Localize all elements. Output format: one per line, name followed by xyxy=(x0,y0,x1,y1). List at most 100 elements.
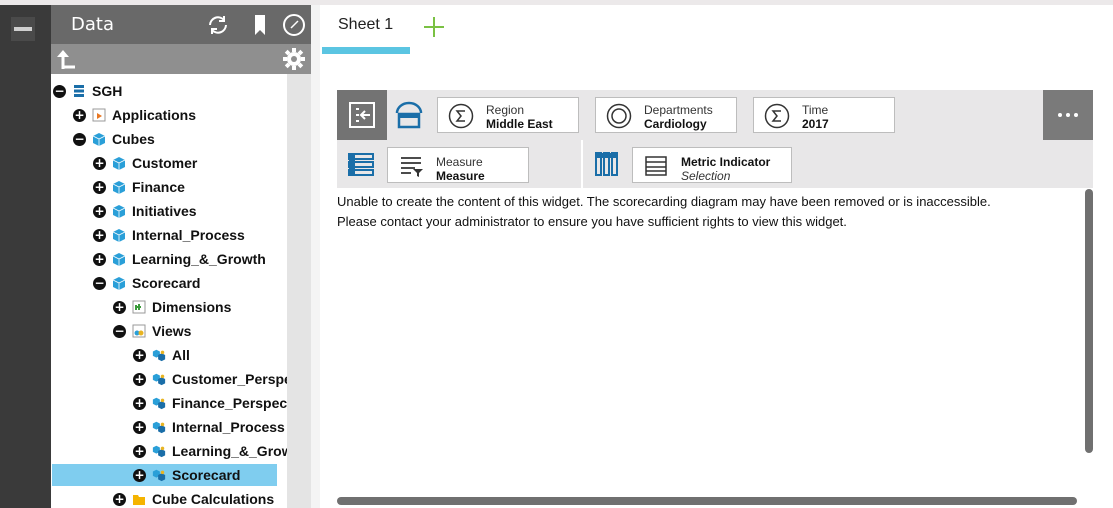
collapse-panel-button[interactable] xyxy=(11,17,35,41)
collapse-widget-button[interactable] xyxy=(337,90,387,140)
panel-gutter xyxy=(311,5,320,508)
expand-icon[interactable]: + xyxy=(93,180,106,194)
tree-node-label: Cube Calculations xyxy=(152,491,275,507)
tree-node[interactable]: + Cube Calculations xyxy=(113,488,287,508)
rows-value: Measure xyxy=(436,169,485,183)
expand-icon[interactable]: + xyxy=(133,468,146,482)
expand-icon[interactable]: + xyxy=(93,156,106,170)
tree-node[interactable]: + Scorecard xyxy=(52,464,277,486)
tree-node-label: Learning_&_Growth xyxy=(172,443,287,459)
up-level-icon[interactable] xyxy=(55,47,79,71)
departments-value: Cardiology xyxy=(644,117,707,131)
departments-filter-chip[interactable]: Departments Cardiology xyxy=(595,97,737,133)
tree-node[interactable]: − SGH xyxy=(53,80,287,102)
expand-icon[interactable]: + xyxy=(113,300,126,314)
active-tab-indicator xyxy=(322,47,410,54)
widget-titles-bar: Region Middle East Departments Cardiolog… xyxy=(337,90,1093,140)
view-icon xyxy=(152,348,166,362)
cube-icon xyxy=(92,132,106,146)
collapse-icon[interactable]: − xyxy=(73,132,86,146)
columns-metric-chip[interactable]: Metric Indicator Selection xyxy=(632,147,792,183)
tree-node[interactable]: + All xyxy=(133,344,287,366)
refresh-icon[interactable] xyxy=(206,13,230,37)
columns-label: Metric Indicator xyxy=(681,155,771,169)
tree-node[interactable]: + Finance xyxy=(93,176,287,198)
tree-node[interactable]: + Finance_Perspective xyxy=(133,392,287,414)
tree-scroll-track[interactable] xyxy=(287,74,311,508)
tree-node-label: Customer xyxy=(132,155,198,171)
folder-icon xyxy=(132,492,146,506)
rows-measure-chip[interactable]: Measure Measure xyxy=(387,147,529,183)
tree-node-label: Internal_Process xyxy=(132,227,245,243)
widget-titles-icon xyxy=(393,100,425,130)
tree-node[interactable]: + Customer_Perspective xyxy=(133,368,287,390)
cube-icon xyxy=(112,252,126,266)
cube-icon xyxy=(112,156,126,170)
tree-node-label: All xyxy=(172,347,190,363)
tree-node[interactable]: − Cubes xyxy=(73,128,287,150)
tree-node[interactable]: − Views xyxy=(113,320,287,342)
tree-node-label: Internal_Process xyxy=(172,419,285,435)
panel-collapse-icon xyxy=(349,102,375,128)
tree-node-label: Finance_Perspective xyxy=(172,395,287,411)
cube-icon xyxy=(112,276,126,290)
expand-icon[interactable]: + xyxy=(93,252,106,266)
error-line-1: Unable to create the content of this wid… xyxy=(337,194,991,209)
expand-icon[interactable]: + xyxy=(133,396,146,410)
expand-icon[interactable]: + xyxy=(93,228,106,242)
data-tree: − SGH + Applications − Cubes + Customer + Finance… xyxy=(51,74,287,508)
time-value: 2017 xyxy=(802,117,829,131)
gear-icon[interactable] xyxy=(282,47,306,71)
tree-node[interactable]: + Applications xyxy=(73,104,287,126)
expand-icon[interactable]: + xyxy=(133,372,146,386)
sigma-icon xyxy=(448,103,474,129)
tree-node-label: Initiatives xyxy=(132,203,197,219)
collapse-icon[interactable]: − xyxy=(53,84,66,98)
tree-node[interactable]: + Dimensions xyxy=(113,296,287,318)
expand-icon[interactable]: + xyxy=(133,444,146,458)
region-value: Middle East xyxy=(486,117,553,131)
tree-node-label: Finance xyxy=(132,179,185,195)
error-line-2: Please contact your administrator to ens… xyxy=(337,214,847,229)
rows-label: Measure xyxy=(436,155,483,169)
expand-icon[interactable]: + xyxy=(93,204,106,218)
tree-node[interactable]: + Initiatives xyxy=(93,200,287,222)
tree-node[interactable]: + Learning_&_Growth xyxy=(133,440,287,462)
add-sheet-button[interactable] xyxy=(422,15,446,39)
dimensions-icon xyxy=(132,300,146,314)
list-icon xyxy=(645,156,667,176)
panel-toolbar xyxy=(51,44,311,74)
panel-header: Data xyxy=(51,5,311,44)
database-icon xyxy=(72,84,86,98)
expand-icon[interactable]: + xyxy=(113,492,126,506)
columns-value: Selection xyxy=(681,169,731,183)
tab-sheet-1[interactable]: Sheet 1 xyxy=(322,5,410,55)
tree-node-label: Scorecard xyxy=(172,467,241,483)
expand-icon[interactable]: + xyxy=(73,108,86,122)
expand-icon[interactable]: + xyxy=(133,420,146,434)
measure-filter-icon xyxy=(401,157,423,177)
more-options-button[interactable] xyxy=(1043,90,1093,140)
collapse-icon[interactable]: − xyxy=(93,276,106,290)
widget-error-message: Unable to create the content of this wid… xyxy=(337,192,991,232)
tree-node-label: Views xyxy=(152,323,192,339)
tree-node[interactable]: − Scorecard xyxy=(93,272,287,294)
tree-node[interactable]: + Customer xyxy=(93,152,287,174)
tab-label: Sheet 1 xyxy=(338,16,394,33)
view-icon xyxy=(152,468,166,482)
horizontal-scrollbar[interactable] xyxy=(337,497,1077,505)
region-filter-chip[interactable]: Region Middle East xyxy=(437,97,579,133)
tree-node[interactable]: + Internal_Process xyxy=(93,224,287,246)
time-filter-chip[interactable]: Time 2017 xyxy=(753,97,895,133)
vertical-scrollbar[interactable] xyxy=(1085,189,1093,453)
expand-icon[interactable]: + xyxy=(133,348,146,362)
tree-node[interactable]: + Learning_&_Growth xyxy=(93,248,287,270)
collapse-icon[interactable]: − xyxy=(113,324,126,338)
tree-node-label: Dimensions xyxy=(152,299,232,315)
data-panel: Data − SGH + Applications − Cubes + Customer + Fi… xyxy=(51,5,311,508)
tree-node[interactable]: + Internal_Process xyxy=(133,416,287,438)
columns-icon xyxy=(595,152,619,180)
bookmark-icon[interactable] xyxy=(248,13,272,37)
clock-icon[interactable] xyxy=(282,13,306,37)
tree-node-label: Customer_Perspective xyxy=(172,371,287,387)
